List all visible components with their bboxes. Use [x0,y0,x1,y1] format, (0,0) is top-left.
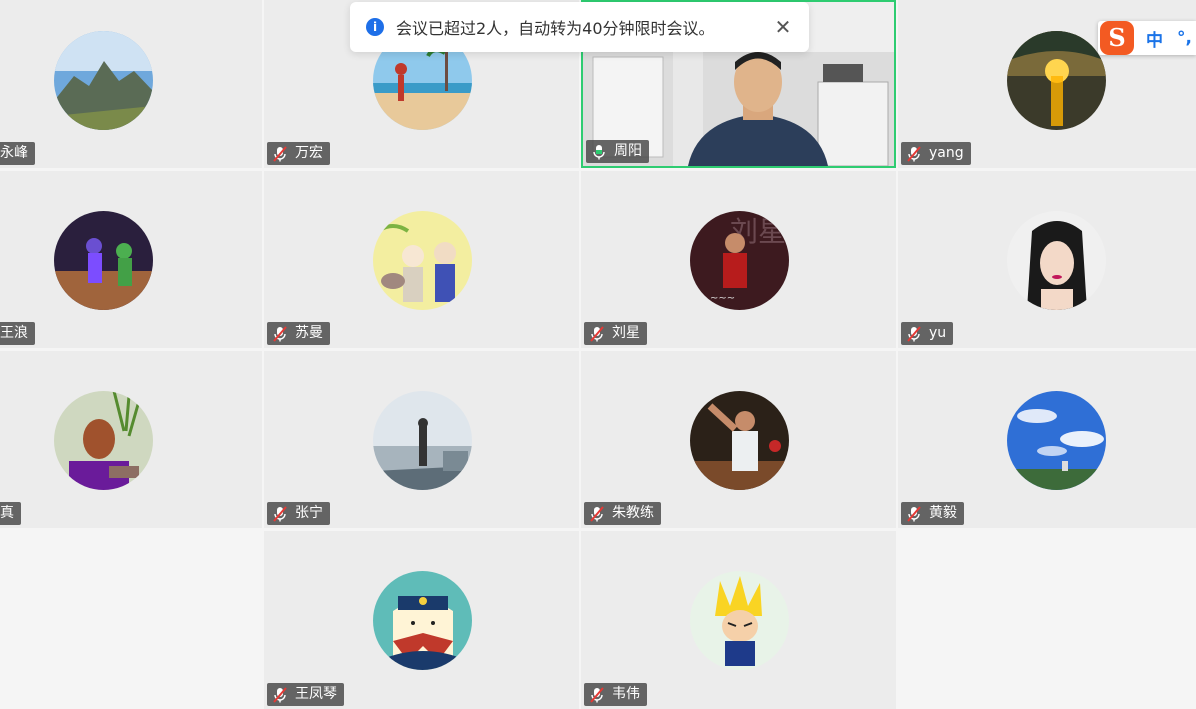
participant-tile[interactable]: 朱教练 [581,351,896,528]
avatar [54,211,153,310]
mic-muted-icon [271,686,289,704]
notice-message: 会议已超过2人，自动转为40分钟限时会议。 [396,19,715,38]
participant-nameplate: yang [901,142,971,165]
participant-nameplate: yu [901,322,954,345]
empty-tile [898,531,1196,709]
participant-nameplate: 张宁 [267,502,330,525]
sogou-logo-icon[interactable]: S [1100,21,1134,55]
participant-grid: 永峰 万宏 周阳 yang 王浪 苏曼 刘星 ~~~ 刘星 yu 真 张宁 朱教… [0,0,1196,709]
participant-name: yang [929,145,964,161]
mic-muted-icon [588,325,606,343]
participant-nameplate: 王浪 [0,322,35,345]
participant-name: 永峰 [0,145,28,161]
participant-name: 黄毅 [929,505,957,521]
participant-name: 万宏 [295,145,323,161]
participant-tile[interactable]: 真 [0,351,262,528]
mic-muted-icon [905,325,923,343]
participant-name: 周阳 [614,143,642,159]
participant-nameplate: 永峰 [0,142,35,165]
mic-muted-icon [271,505,289,523]
mic-muted-icon [271,145,289,163]
participant-nameplate: 王凤琴 [267,683,344,706]
participant-tile[interactable]: 韦伟 [581,531,896,709]
participant-nameplate: 朱教练 [584,502,661,525]
participant-nameplate: 真 [0,502,21,525]
avatar [689,571,789,670]
participant-name: 刘星 [612,325,640,341]
participant-name: 朱教练 [612,505,654,521]
svg-text:~~~: ~~~ [710,293,735,304]
avatar [372,391,472,490]
avatar [372,211,472,310]
avatar [54,391,153,490]
participant-name: 韦伟 [612,686,640,702]
participant-tile[interactable]: 黄毅 [898,351,1196,528]
avatar [1007,211,1106,310]
participant-tile[interactable]: 刘星 ~~~ 刘星 [581,171,896,348]
participant-tile[interactable]: 王浪 [0,171,262,348]
avatar [689,391,789,490]
avatar [1007,391,1106,490]
participant-nameplate: 黄毅 [901,502,964,525]
participant-name: 张宁 [295,505,323,521]
ime-punctuation-toggle[interactable]: °, [1177,28,1192,48]
mic-muted-icon [905,145,923,163]
participant-name: 王浪 [0,325,28,341]
participant-tile[interactable]: 王凤琴 [264,531,579,709]
mic-muted-icon [905,505,923,523]
participant-tile[interactable]: 张宁 [264,351,579,528]
participant-nameplate: 苏曼 [267,322,330,345]
participant-tile[interactable]: 苏曼 [264,171,579,348]
participant-name: 苏曼 [295,325,323,341]
participant-tile[interactable]: yu [898,171,1196,348]
mic-muted-icon [588,686,606,704]
participant-nameplate: 周阳 [586,140,649,163]
ime-toolbar[interactable]: S 中 °, [1098,21,1196,55]
avatar: 刘星 ~~~ [689,211,789,310]
mic-muted-icon [588,505,606,523]
avatar [54,31,153,130]
avatar [372,571,472,670]
participant-nameplate: 韦伟 [584,683,647,706]
participant-tile[interactable]: 永峰 [0,0,262,168]
ime-mode-toggle[interactable]: 中 [1146,26,1163,51]
participant-nameplate: 刘星 [584,322,647,345]
close-icon[interactable]: ✕ [773,15,793,39]
participant-name: 王凤琴 [295,686,337,702]
mic-active-icon [590,143,608,161]
mic-muted-icon [271,325,289,343]
meeting-limit-notice: i 会议已超过2人，自动转为40分钟限时会议。 ✕ [350,2,809,52]
empty-tile [0,531,262,709]
info-icon: i [366,18,384,36]
participant-nameplate: 万宏 [267,142,330,165]
participant-name: yu [929,325,947,341]
avatar [1007,31,1106,130]
participant-name: 真 [0,505,14,521]
